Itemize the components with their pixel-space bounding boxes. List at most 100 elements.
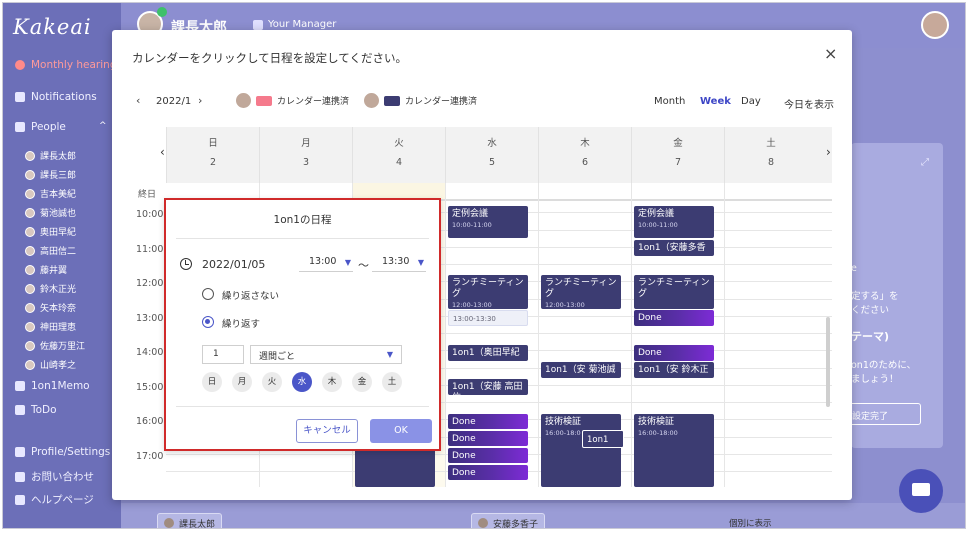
next-week-arrow-icon[interactable]: ›	[826, 145, 831, 159]
calendar-scrollbar[interactable]	[826, 317, 830, 407]
calendar-event[interactable]: 定例会議 10:00-11:00	[448, 206, 528, 238]
people-item[interactable]: 鈴木正光	[25, 282, 76, 295]
check-icon	[15, 405, 25, 415]
people-item[interactable]: 高田信二	[25, 244, 76, 257]
member-chip[interactable]: 課長太郎	[157, 513, 223, 528]
hearing-icon	[15, 60, 25, 70]
caret-down-icon: ▼	[386, 350, 393, 359]
expand-icon[interactable]: ⤢	[921, 157, 929, 168]
nav-1on1memo[interactable]: 1on1Memo	[15, 380, 90, 392]
calendar-event[interactable]: 定例会議 10:00-11:00	[634, 206, 714, 238]
prev-month-button[interactable]: ‹	[136, 94, 140, 107]
app-logo: Kakeai	[13, 15, 92, 39]
people-item[interactable]: 矢本玲奈	[25, 301, 76, 314]
grid-line	[538, 183, 539, 487]
chevron-up-icon[interactable]: ^	[99, 121, 107, 131]
weekday-chip-fri[interactable]: 金	[352, 372, 372, 392]
legend-color-swatch	[256, 95, 272, 106]
repeat-interval-input[interactable]: 1	[202, 345, 244, 364]
calendar-event[interactable]: 1on1（安 鈴木正	[634, 362, 714, 378]
calendar-event-done[interactable]: Done	[448, 431, 528, 446]
people-item[interactable]: 奥田早紀	[25, 225, 76, 238]
calendar-event[interactable]: 1on1	[582, 430, 624, 448]
calendar-event[interactable]: ランチミーティング	[634, 275, 714, 309]
avatar	[25, 321, 35, 332]
calendar-event[interactable]: 1on1（安藤多香	[634, 240, 714, 256]
people-item[interactable]: 菊池誠也	[25, 206, 76, 219]
calendar-event-done[interactable]: Done	[634, 345, 714, 361]
nav-monthly-hearing[interactable]: Monthly hearing	[15, 59, 116, 71]
avatar	[25, 359, 35, 370]
date-field[interactable]: 2022/01/05	[202, 258, 265, 271]
allday-label: 終日	[138, 190, 157, 200]
calendar-event[interactable]: 1on1（奥田早紀	[448, 345, 528, 361]
start-time-select[interactable]: 13:00 ▼	[299, 256, 353, 272]
view-day-button[interactable]: Day	[741, 96, 761, 107]
weekday-chip-wed[interactable]: 水	[292, 372, 312, 392]
calendar-event[interactable]: 技術検証 16:00-18:00	[634, 414, 714, 487]
avatar	[25, 264, 35, 275]
calendar-event[interactable]: 技術検証 16:00-18:0	[541, 414, 621, 487]
view-week-button[interactable]: Week	[700, 96, 731, 107]
day-header-sun: 日2	[166, 127, 259, 183]
weekday-chip-mon[interactable]: 月	[232, 372, 252, 392]
grid-line	[724, 183, 725, 487]
calendar-legend-item: カレンダー連携済	[236, 93, 349, 108]
chat-button[interactable]	[899, 469, 943, 513]
calendar-event-done[interactable]: Done	[448, 414, 528, 429]
end-time-select[interactable]: 13:30 ▼	[372, 256, 426, 272]
avatar	[25, 188, 35, 199]
member-chip[interactable]: 安藤多香子	[471, 513, 546, 528]
people-item[interactable]: 神田理恵	[25, 320, 76, 333]
repeat-label: 繰り返す	[222, 319, 261, 330]
online-status-icon	[157, 7, 167, 17]
ok-button[interactable]: OK	[370, 419, 432, 443]
no-repeat-radio[interactable]	[202, 288, 214, 300]
nav-notifications[interactable]: Notifications	[15, 91, 97, 103]
calendar-event-done[interactable]: Done	[448, 448, 528, 463]
account-avatar[interactable]	[921, 11, 949, 39]
nav-people[interactable]: People	[15, 121, 66, 133]
view-month-button[interactable]: Month	[654, 96, 685, 107]
close-icon[interactable]: ×	[824, 44, 837, 63]
people-item[interactable]: 藤井翼	[25, 263, 67, 276]
calendar-event[interactable]	[355, 447, 435, 487]
day-header-mon: 月3	[259, 127, 352, 183]
nav-todo[interactable]: ToDo	[15, 404, 57, 416]
memo-icon	[15, 381, 25, 391]
prev-week-arrow-icon[interactable]: ‹	[160, 145, 165, 159]
show-today-button[interactable]: 今日を表示	[784, 96, 834, 111]
calendar-event[interactable]: 1on1（安藤 高田信	[448, 379, 528, 395]
people-item[interactable]: 吉本美紀	[25, 187, 76, 200]
calendar-event[interactable]: ランチミーティング 12:00-13:00	[448, 275, 528, 309]
people-item[interactable]: 課長三郎	[25, 168, 76, 181]
nav-help[interactable]: ヘルプページ	[15, 492, 94, 507]
next-month-button[interactable]: ›	[198, 94, 202, 107]
nav-contact[interactable]: お問い合わせ	[15, 469, 94, 484]
weekday-chip-sat[interactable]: 土	[382, 372, 402, 392]
people-item[interactable]: 佐藤万里江	[25, 339, 85, 352]
grid-line	[445, 183, 446, 487]
weekday-chip-tue[interactable]: 火	[262, 372, 282, 392]
repeat-frequency-select[interactable]: 週間ごと ▼	[250, 345, 402, 364]
people-item[interactable]: 課長太郎	[25, 149, 76, 162]
calendar-event[interactable]: 1on1（安 菊池誠	[541, 362, 621, 378]
gear-icon	[15, 447, 25, 457]
repeat-radio[interactable]	[202, 316, 214, 328]
day-header-thu: 木6	[538, 127, 631, 183]
calendar-event[interactable]: ランチミーティング 12:00-13:00	[541, 275, 621, 309]
setup-complete-button[interactable]: 設定完了	[845, 403, 921, 425]
selected-timeslot[interactable]: 13:00-13:30	[448, 310, 528, 326]
day-header-fri: 金7	[631, 127, 724, 183]
weekday-chip-thu[interactable]: 木	[322, 372, 342, 392]
calendar-event-done[interactable]: Done	[634, 310, 714, 326]
weekday-chip-sun[interactable]: 日	[202, 372, 222, 392]
day-header-tue: 火4	[352, 127, 445, 183]
avatar	[164, 518, 174, 528]
people-item[interactable]: 山崎孝之	[25, 358, 76, 371]
grid-line	[631, 183, 632, 487]
show-individually-link[interactable]: 個別に表示	[729, 517, 772, 528]
cancel-button[interactable]: キャンセル	[296, 419, 358, 443]
nav-profile-settings[interactable]: Profile/Settings	[15, 446, 110, 458]
calendar-event-done[interactable]: Done	[448, 465, 528, 480]
